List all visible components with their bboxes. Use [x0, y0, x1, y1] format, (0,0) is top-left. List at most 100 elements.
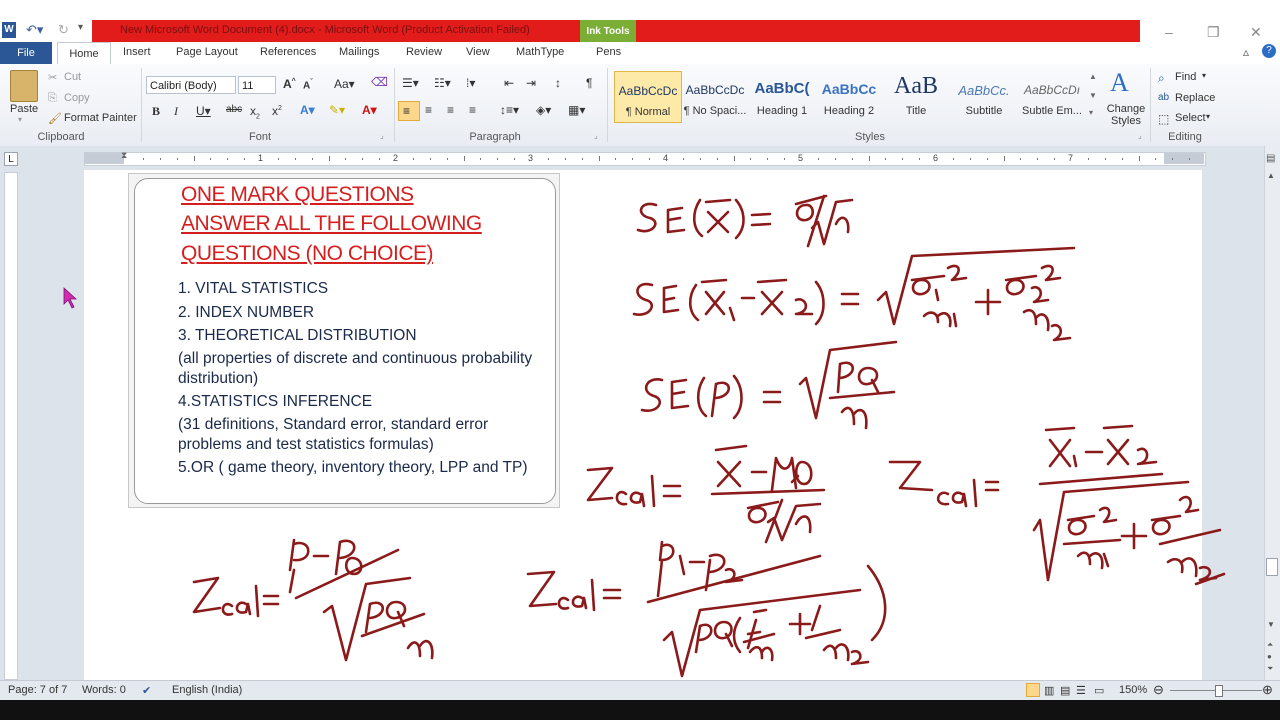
vertical-ruler[interactable] [4, 172, 18, 680]
cut-button[interactable]: Cut [64, 71, 81, 83]
tab-page-layout[interactable]: Page Layout [176, 46, 238, 58]
word-count[interactable]: Words: 0 [82, 684, 126, 696]
zoom-in-icon[interactable]: ⊕ [1262, 682, 1273, 698]
styles-dialog-icon[interactable]: ⌟ [1138, 131, 1142, 140]
style-subtle-emphasis[interactable]: AaBbCcDı Subtle Em... [1019, 71, 1085, 121]
cut-icon[interactable]: ✂ [48, 71, 57, 84]
show-marks-icon[interactable]: ¶ [586, 76, 592, 90]
tab-mailings[interactable]: Mailings [339, 46, 379, 58]
select-button[interactable]: Select [1175, 112, 1206, 124]
minimize-button[interactable]: – [1165, 24, 1173, 40]
web-layout-icon[interactable]: ▤ [1060, 684, 1070, 697]
change-case-icon[interactable]: Aa▾ [334, 77, 355, 91]
tab-file[interactable]: File [0, 42, 52, 64]
multilevel-list-icon[interactable]: ⁞▾ [466, 76, 475, 90]
tab-insert[interactable]: Insert [123, 46, 151, 58]
find-icon[interactable]: ⌕ [1158, 71, 1165, 86]
decrease-indent-icon[interactable]: ⇤ [504, 76, 514, 90]
highlight-icon[interactable]: ✎▾ [329, 103, 345, 117]
paste-button[interactable]: Paste [10, 103, 38, 115]
indent-marker-icon[interactable]: ⧗ [121, 150, 127, 161]
find-button[interactable]: Find [1175, 71, 1196, 83]
borders-icon[interactable]: ▦▾ [568, 103, 585, 117]
style-no-spacing[interactable]: AaBbCcDc ¶ No Spaci... [682, 71, 748, 121]
format-painter-button[interactable]: Format Painter [64, 112, 137, 124]
draft-view-icon[interactable]: ▭ [1094, 684, 1104, 697]
subscript-icon[interactable]: x2 [250, 104, 260, 120]
select-icon[interactable]: ⬚ [1158, 112, 1169, 126]
undo-icon[interactable]: ↶▾ [26, 22, 43, 38]
tab-pens[interactable]: Pens [596, 46, 621, 58]
change-styles-button[interactable]: Change Styles [1106, 103, 1146, 127]
numbering-icon[interactable]: ☷▾ [434, 76, 451, 90]
vertical-scrollbar[interactable] [1264, 146, 1280, 680]
paragraph-dialog-icon[interactable]: ⌟ [594, 131, 598, 140]
zoom-out-icon[interactable]: ⊖ [1153, 682, 1164, 698]
superscript-icon[interactable]: x2 [272, 104, 282, 118]
close-button[interactable]: ✕ [1250, 24, 1262, 41]
underline-icon[interactable]: U▾ [196, 104, 211, 118]
style-subtitle[interactable]: AaBbCc. Subtitle [951, 71, 1017, 121]
font-size-select[interactable]: 11 [238, 76, 276, 94]
align-left-button[interactable]: ≡ [398, 101, 420, 121]
outline-view-icon[interactable]: ☰ [1076, 684, 1086, 697]
change-styles-icon[interactable]: A [1110, 68, 1129, 98]
minimize-ribbon-icon[interactable]: ▵ [1243, 45, 1249, 59]
font-name-select[interactable]: Calibri (Body) [146, 76, 236, 94]
copy-icon[interactable]: ⎘ [48, 92, 57, 105]
word-logo-icon[interactable]: W [2, 22, 16, 38]
justify-icon[interactable]: ≡ [469, 103, 476, 117]
tab-review[interactable]: Review [406, 46, 442, 58]
zoom-slider-thumb[interactable] [1215, 685, 1223, 697]
full-screen-reading-icon[interactable]: ▥ [1044, 684, 1054, 697]
language-indicator[interactable]: English (India) [172, 684, 242, 696]
styles-scroll-down-icon[interactable]: ▼ [1089, 91, 1097, 100]
scroll-up-icon[interactable]: ▲ [1267, 171, 1275, 180]
style-heading-2[interactable]: AaBbCc Heading 2 [816, 71, 882, 121]
line-spacing-icon[interactable]: ↕≡▾ [500, 103, 519, 117]
tab-references[interactable]: References [260, 46, 316, 58]
style-normal[interactable]: AaBbCcDc ¶ Normal [614, 71, 682, 123]
tab-home[interactable]: Home [57, 42, 111, 66]
font-color-icon[interactable]: A▾ [362, 103, 377, 117]
previous-page-icon[interactable]: ⏶ [1267, 640, 1273, 650]
zoom-level[interactable]: 150% [1119, 684, 1147, 696]
scroll-down-icon[interactable]: ▼ [1267, 620, 1275, 629]
align-center-icon[interactable]: ≡ [425, 103, 432, 117]
print-layout-icon[interactable] [1026, 683, 1040, 697]
tab-view[interactable]: View [466, 46, 490, 58]
paste-dropdown-icon[interactable]: ▾ [18, 115, 22, 124]
text-effects-icon[interactable]: A▾ [300, 103, 315, 117]
shading-icon[interactable]: ◈▾ [536, 103, 551, 117]
replace-button[interactable]: Replace [1175, 92, 1215, 104]
font-dialog-icon[interactable]: ⌟ [380, 131, 384, 140]
style-heading-1[interactable]: AaBbC( Heading 1 [749, 71, 815, 121]
bullets-icon[interactable]: ☰▾ [402, 76, 419, 90]
tab-selector-icon[interactable]: L [4, 152, 18, 166]
styles-more-icon[interactable]: ▾ [1089, 108, 1093, 117]
select-dropdown-icon[interactable]: ▾ [1206, 112, 1210, 121]
scrollbar-thumb[interactable] [1266, 558, 1278, 576]
sort-icon[interactable]: ↕ [555, 76, 561, 90]
browse-object-icon[interactable]: ● [1267, 652, 1272, 661]
bold-icon[interactable]: B [152, 104, 160, 119]
style-title[interactable]: AaB Title [883, 71, 949, 121]
styles-scroll-up-icon[interactable]: ▲ [1089, 72, 1097, 81]
help-icon[interactable]: ? [1262, 44, 1276, 58]
next-page-icon[interactable]: ⏷ [1267, 664, 1273, 674]
ink-tools-context-tab[interactable]: Ink Tools [580, 20, 636, 42]
copy-button[interactable]: Copy [64, 92, 90, 104]
redo-icon[interactable]: ↻ [58, 22, 69, 38]
customize-qat-icon[interactable]: ▾ [78, 22, 83, 33]
page-count[interactable]: Page: 7 of 7 [8, 684, 67, 696]
tab-mathtype[interactable]: MathType [516, 46, 564, 58]
view-ruler-icon[interactable]: ▤ [1266, 153, 1275, 164]
shrink-font-icon[interactable]: Aˇ [303, 79, 313, 91]
proofing-icon[interactable]: ✔ [142, 684, 151, 697]
find-dropdown-icon[interactable]: ▾ [1202, 71, 1206, 80]
align-right-icon[interactable]: ≡ [447, 103, 454, 117]
restore-button[interactable]: ❐ [1207, 24, 1220, 41]
paste-icon[interactable] [10, 70, 38, 102]
grow-font-icon[interactable]: A^ [283, 77, 296, 91]
clear-formatting-icon[interactable]: ⌫ [371, 75, 388, 89]
